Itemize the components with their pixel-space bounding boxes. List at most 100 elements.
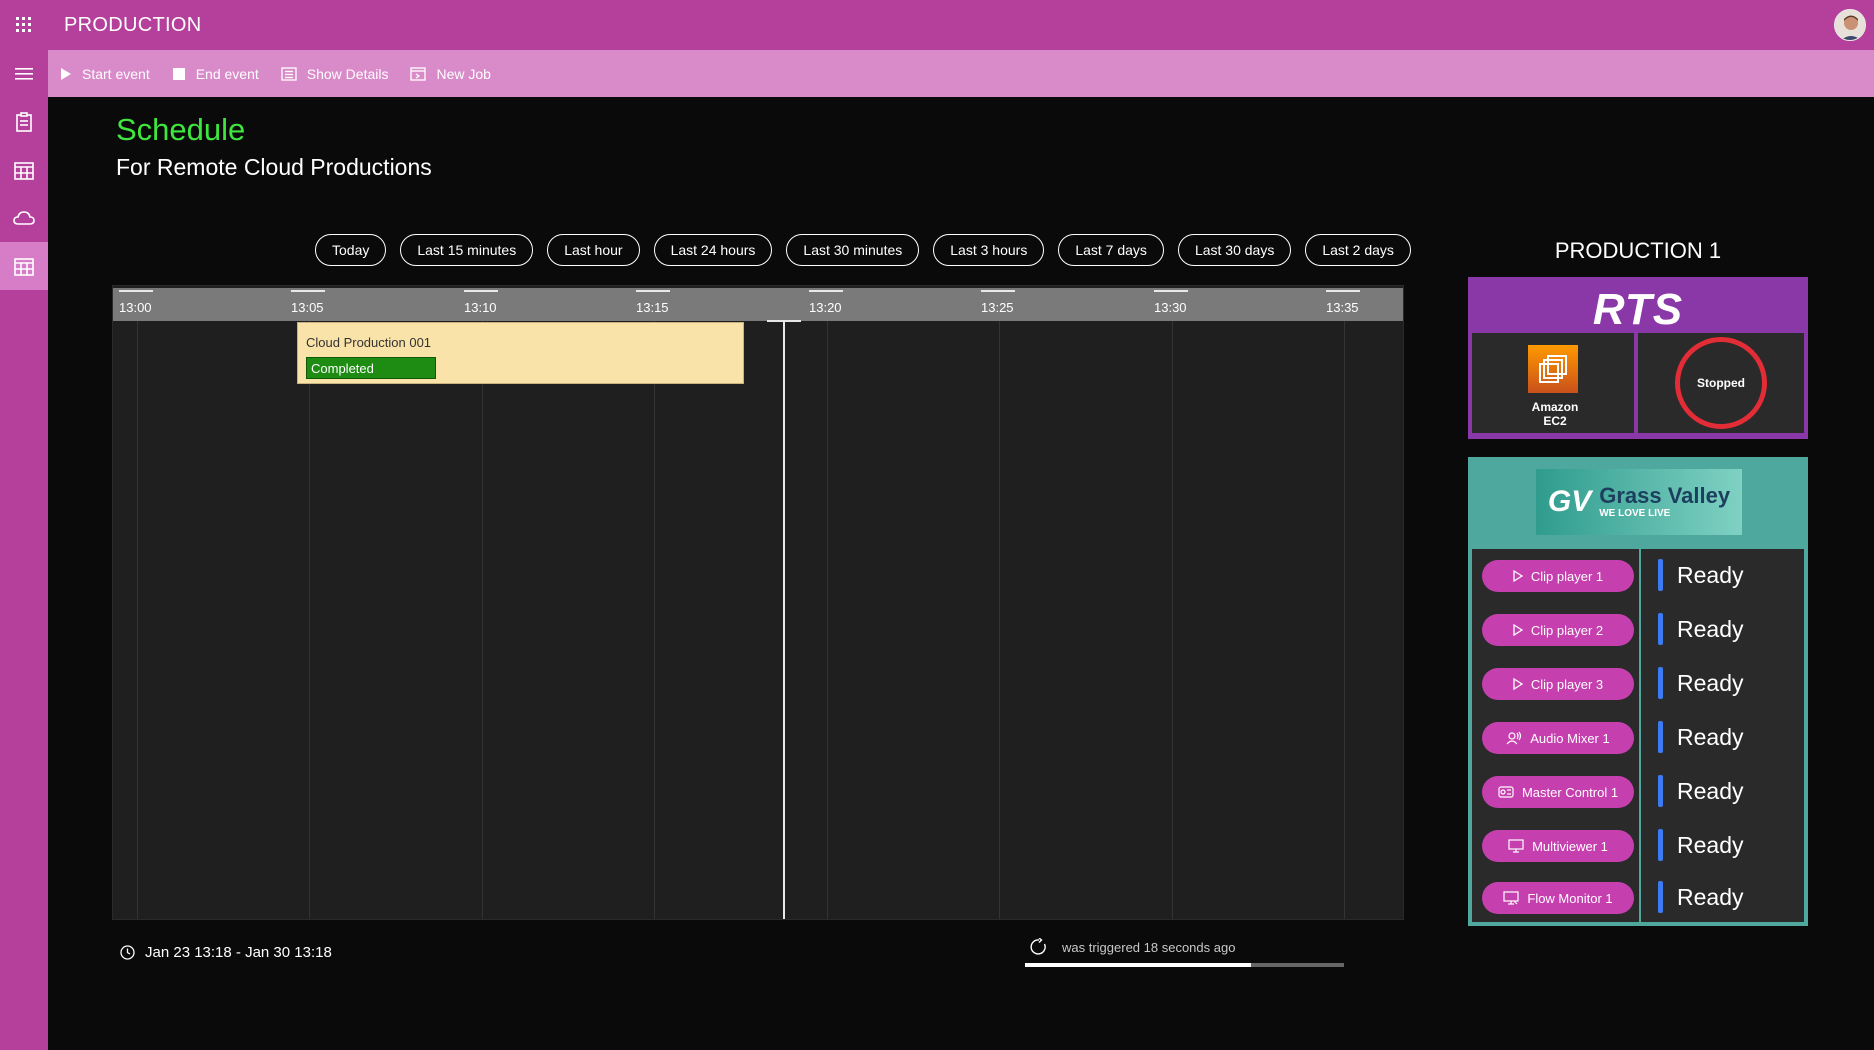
- filter-last-2-days[interactable]: Last 2 days: [1305, 234, 1411, 266]
- nav-item-schedule[interactable]: [0, 242, 48, 290]
- gv-logo-mark: GV: [1547, 485, 1592, 518]
- avatar[interactable]: [1834, 9, 1866, 41]
- device-status: Ready: [1658, 613, 1743, 645]
- production-title: PRODUCTION 1: [1554, 238, 1722, 263]
- device-status-text: Ready: [1677, 777, 1744, 804]
- trigger-text: was triggered 18 seconds ago: [1062, 939, 1236, 955]
- device-label: Audio Mixer 1: [1530, 730, 1610, 746]
- device-status-text: Ready: [1677, 561, 1744, 588]
- nav-item-clipboard[interactable]: [0, 98, 48, 146]
- ec2-label-line1: Amazon: [1531, 400, 1579, 414]
- device-status-text: Ready: [1677, 615, 1744, 642]
- start-event-label: Start event: [82, 65, 150, 82]
- clip-player-3-button[interactable]: Clip player 3: [1482, 668, 1634, 700]
- device-status: Ready: [1658, 775, 1743, 807]
- calendar-icon: [14, 162, 34, 180]
- grid-line: [827, 321, 828, 919]
- refresh-progress-bar: [1025, 963, 1344, 967]
- device-label: Multiviewer 1: [1532, 838, 1608, 854]
- device-label: Master Control 1: [1521, 784, 1619, 800]
- ready-indicator: [1658, 613, 1663, 645]
- refresh-progress-fill: [1025, 963, 1252, 967]
- device-status: Ready: [1658, 667, 1743, 699]
- filter-last-30-minutes[interactable]: Last 30 minutes: [786, 234, 920, 266]
- details-icon: [281, 66, 297, 81]
- device-row: Multiviewer 1 Ready: [1472, 827, 1804, 863]
- filter-last-hour[interactable]: Last hour: [547, 234, 640, 266]
- device-label: Clip player 1: [1530, 568, 1604, 584]
- start-event-button[interactable]: Start event: [60, 50, 150, 97]
- clip-player-1-button[interactable]: Clip player 1: [1482, 560, 1634, 592]
- rts-logo: RTS: [1592, 285, 1684, 334]
- audio-icon: [1506, 731, 1522, 745]
- nav-item-cloud[interactable]: [0, 194, 48, 242]
- filter-today[interactable]: Today: [315, 234, 387, 266]
- clipboard-icon: [16, 112, 32, 132]
- device-label: Flow Monitor 1: [1527, 890, 1613, 906]
- tick-label: 13:25: [981, 300, 1014, 315]
- device-row: Clip player 1 Ready: [1472, 557, 1804, 593]
- device-label: Clip player 2: [1530, 622, 1604, 638]
- device-status: Ready: [1658, 559, 1743, 591]
- ready-indicator: [1658, 721, 1663, 753]
- app-launcher-icon[interactable]: [0, 0, 48, 50]
- ready-indicator: [1658, 775, 1663, 807]
- new-job-button[interactable]: New Job: [410, 50, 491, 97]
- tick-marker: [809, 290, 843, 292]
- tick-label: 13:10: [464, 300, 497, 315]
- left-nav: [0, 50, 48, 1050]
- show-details-label: Show Details: [306, 65, 389, 82]
- play-icon: [1513, 678, 1523, 690]
- clock-icon: [120, 945, 135, 960]
- gv-logo-tag: WE LOVE LIVE: [1599, 508, 1671, 519]
- tick-marker: [636, 290, 670, 292]
- event-cloud-production-001[interactable]: Cloud Production 001 Completed: [297, 322, 744, 384]
- tick-label: 13:05: [291, 300, 324, 315]
- device-status: Ready: [1658, 721, 1743, 753]
- rts-card: RTS Amazon EC2 Stopped: [1468, 277, 1808, 439]
- filter-last-30-days[interactable]: Last 30 days: [1177, 234, 1292, 266]
- date-range-text: Jan 23 13:18 - Jan 30 13:18: [145, 944, 332, 961]
- hamburger-icon: [15, 68, 33, 80]
- stop-icon: [172, 67, 185, 80]
- device-status-text: Ready: [1677, 831, 1744, 858]
- play-icon: [61, 67, 71, 80]
- flow-monitor-1-button[interactable]: Flow Monitor 1: [1482, 882, 1634, 914]
- device-row: Flow Monitor 1 Ready: [1472, 879, 1804, 915]
- master-control-1-button[interactable]: Master Control 1: [1482, 776, 1634, 808]
- ready-indicator: [1658, 881, 1663, 913]
- nav-menu-toggle[interactable]: [0, 50, 48, 98]
- multiviewer-1-button[interactable]: Multiviewer 1: [1482, 830, 1634, 862]
- page-subtitle: For Remote Cloud Productions: [116, 154, 432, 180]
- cloud-icon: [13, 211, 35, 225]
- clip-player-2-button[interactable]: Clip player 2: [1482, 614, 1634, 646]
- device-status: Ready: [1658, 829, 1743, 861]
- tick-label: 13:00: [119, 300, 152, 315]
- nav-item-calendar[interactable]: [0, 146, 48, 194]
- play-icon: [1513, 624, 1523, 636]
- end-event-button[interactable]: End event: [172, 50, 259, 97]
- device-label: Clip player 3: [1530, 676, 1604, 692]
- grass-valley-logo: GV Grass Valley WE LOVE LIVE: [1536, 469, 1742, 535]
- filter-last-3-hours[interactable]: Last 3 hours: [933, 234, 1045, 266]
- ready-indicator: [1658, 559, 1663, 591]
- ec2-label-line2: EC2: [1543, 414, 1567, 428]
- schedule-timeline[interactable]: 13:00 13:05 13:10 13:15 13:20 13:25 13:3…: [112, 285, 1404, 920]
- grass-valley-card: GV Grass Valley WE LOVE LIVE Clip player…: [1468, 457, 1808, 926]
- grid-line: [654, 321, 655, 919]
- grid-line: [309, 321, 310, 919]
- filter-last-7-days[interactable]: Last 7 days: [1058, 234, 1164, 266]
- show-details-button[interactable]: Show Details: [281, 50, 389, 97]
- device-status: Ready: [1658, 881, 1743, 913]
- device-row: Audio Mixer 1 Ready: [1472, 719, 1804, 755]
- tick-marker: [464, 290, 498, 292]
- ec2-label: Amazon EC2: [1472, 400, 1638, 428]
- filter-last-24-hours[interactable]: Last 24 hours: [653, 234, 773, 266]
- filter-last-15-minutes[interactable]: Last 15 minutes: [400, 234, 534, 266]
- audio-mixer-1-button[interactable]: Audio Mixer 1: [1482, 722, 1634, 754]
- grid-line: [1344, 321, 1345, 919]
- event-status-badge: Completed: [306, 357, 436, 379]
- time-axis: 13:00 13:05 13:10 13:15 13:20 13:25 13:3…: [113, 288, 1403, 321]
- control-icon: [1498, 786, 1514, 798]
- tick-label: 13:30: [1154, 300, 1187, 315]
